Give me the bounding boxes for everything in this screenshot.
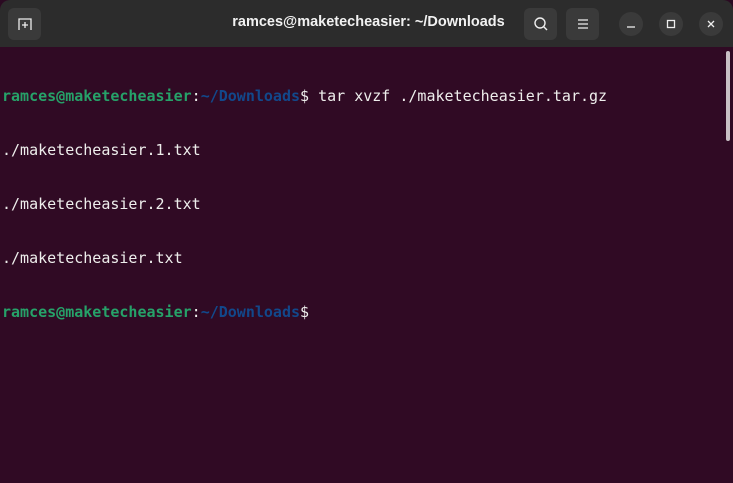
prompt-path: ~/Downloads — [200, 87, 301, 105]
terminal-window: ramces@maketecheasier: ~/Downloads ramce… — [0, 0, 733, 483]
close-button[interactable] — [699, 12, 723, 36]
scrollbar[interactable] — [726, 51, 730, 141]
prompt-symbol: $ — [300, 87, 310, 105]
prompt-user: ramces@maketecheasier — [2, 87, 192, 105]
prompt-symbol: $ — [300, 303, 310, 321]
output-line: ./maketecheasier.1.txt — [2, 141, 201, 159]
menu-button[interactable] — [566, 8, 599, 40]
prompt-path: ~/Downloads — [200, 303, 301, 321]
prompt-separator: : — [191, 87, 201, 105]
output-line: ./maketecheasier.txt — [2, 249, 183, 267]
search-button[interactable] — [524, 8, 557, 40]
output-line: ./maketecheasier.2.txt — [2, 195, 201, 213]
minimize-icon — [627, 26, 635, 28]
minimize-button[interactable] — [619, 12, 643, 36]
maximize-button[interactable] — [659, 12, 683, 36]
hamburger-menu-icon — [577, 19, 588, 29]
maximize-icon — [666, 19, 676, 29]
prompt-user: ramces@maketecheasier — [2, 303, 192, 321]
prompt-line: ramces@maketecheasier:~/Downloads$ tar x… — [2, 87, 607, 105]
terminal-output[interactable]: ramces@maketecheasier:~/Downloads$ tar x… — [2, 51, 607, 357]
title-bar[interactable]: ramces@maketecheasier: ~/Downloads — [0, 0, 733, 47]
prompt-separator: : — [191, 303, 201, 321]
close-icon — [707, 20, 715, 28]
prompt-line: ramces@maketecheasier:~/Downloads$ — [2, 303, 607, 321]
command-text: tar xvzf ./maketecheasier.tar.gz — [309, 87, 608, 105]
search-icon — [533, 17, 547, 31]
